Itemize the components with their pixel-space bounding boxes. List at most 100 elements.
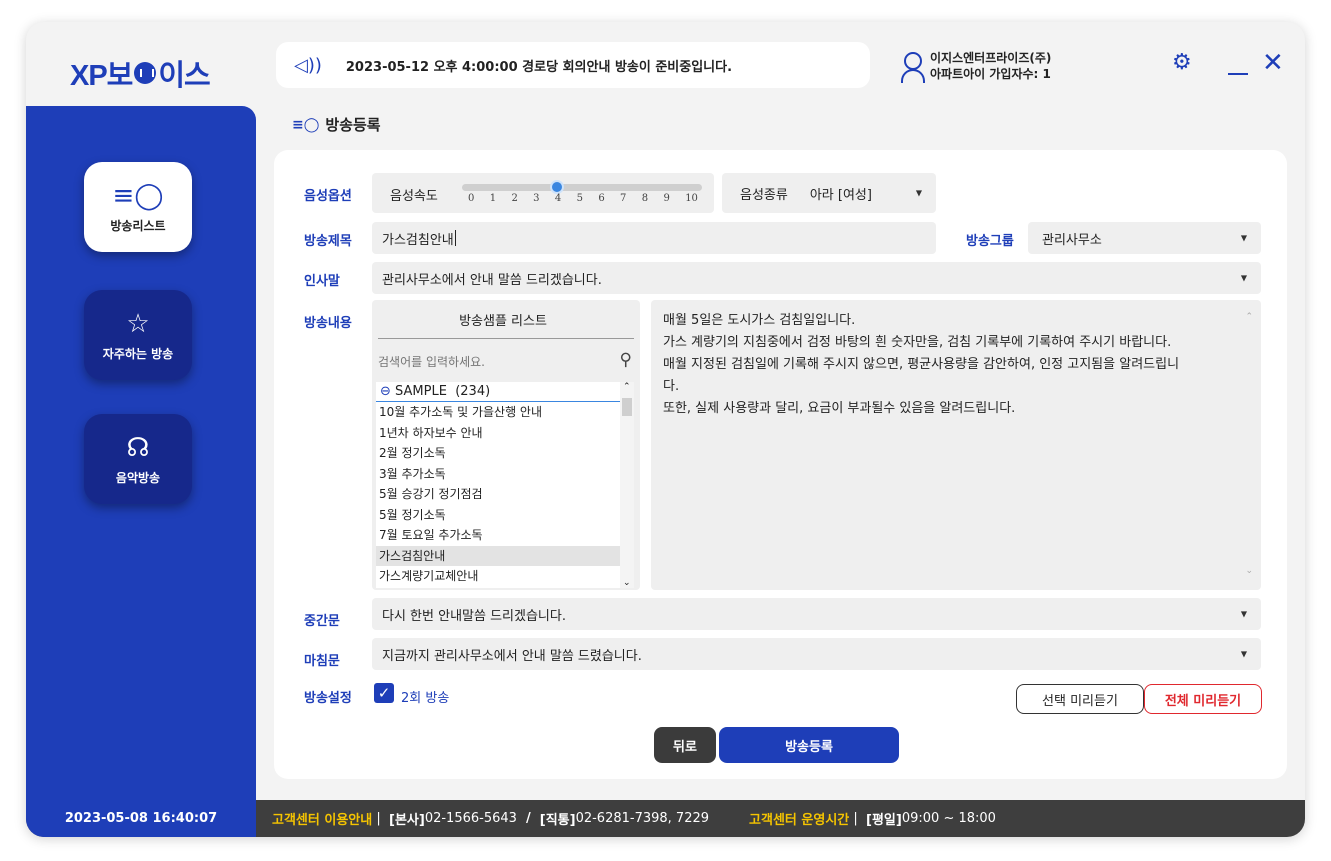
mic-list-icon: ≡◯ <box>292 116 320 133</box>
sample-scrollbar[interactable]: ⌃ ⌄ <box>620 382 634 588</box>
weekday-tag: [평일] <box>866 813 902 828</box>
direct-tag: [직통] <box>539 813 576 828</box>
search-input[interactable] <box>378 355 588 369</box>
speed-slider[interactable] <box>462 180 702 194</box>
user-info: 이지스엔터프라이즈(주) 아파트아이 가입자수: 1 <box>900 50 1052 83</box>
repeat-checkbox[interactable]: ✓ <box>374 683 394 703</box>
sidebar: ≡◯ 방송리스트 ☆ 자주하는 방송 ☊ 음악방송 <box>26 106 256 800</box>
speed-tick: 1 <box>489 193 497 204</box>
app-logo: XP보 이스 <box>70 60 211 92</box>
logo-mic-icon <box>134 62 157 84</box>
voice-type-label: 음성종류 <box>740 187 788 203</box>
notice-text: 2023-05-12 오후 4:00:00 경로당 회의안내 방송이 준비중입니… <box>345 59 733 75</box>
speed-label: 음성속도 <box>390 189 438 204</box>
close-button[interactable]: ✕ <box>1262 48 1284 78</box>
preview-selected-button[interactable]: 선택 미리듣기 <box>1016 684 1144 714</box>
closing-select[interactable]: 지금까지 관리사무소에서 안내 말씀 드렸습니다. ▼ <box>372 638 1261 670</box>
user-name: 이지스엔터프라이즈(주) <box>930 51 1052 65</box>
sample-list-panel: 방송샘플 리스트 ⚲ ⊖ SAMPLE (234) 10월 추가소독 및 가을산… <box>372 300 640 590</box>
content-line: 또한, 실제 사용량과 달리, 요금이 부과될수 있음을 알려드립니다. <box>663 401 1016 416</box>
list-item[interactable]: 7월 토요일 추가소독 <box>376 525 634 546</box>
list-item[interactable]: 5월 정기소독 <box>376 505 634 526</box>
group-select[interactable]: 관리사무소 ▼ <box>1028 222 1261 254</box>
content-line: 가스 계량기의 지침중에서 검정 바탕의 흰 숫자만을, 검침 기록부에 기록하… <box>663 335 1172 350</box>
chevron-down-icon: ▼ <box>1240 233 1247 243</box>
list-item[interactable]: 1년차 하자보수 안내 <box>376 423 634 444</box>
hq-tag: [본사] <box>389 813 425 828</box>
person-icon <box>900 51 925 83</box>
sidebar-item-label: 음악방송 <box>115 470 161 485</box>
speed-tick: 6 <box>598 193 605 204</box>
speed-tick: 5 <box>576 193 583 204</box>
sidebar-item-label: 자주하는 방송 <box>102 346 174 361</box>
page-title: ≡◯ 방송등록 <box>292 116 381 134</box>
current-datetime: 2023-05-08 16:40:07 <box>26 800 256 837</box>
minimize-button[interactable] <box>1228 53 1248 75</box>
speed-slider-thumb[interactable] <box>549 180 564 194</box>
speaker-icon: ◁)) <box>294 54 322 76</box>
greeting-label: 인사말 <box>304 274 340 289</box>
chevron-up-icon[interactable]: ⌃ <box>1245 306 1253 328</box>
direct-phone: 02-6281-7398, 7229 <box>575 811 710 826</box>
chevron-down-icon: ▼ <box>1240 273 1247 283</box>
speed-tick: 2 <box>511 193 518 204</box>
closing-label: 마침문 <box>304 654 340 669</box>
speed-ticks: 0 1 2 3 4 5 6 7 8 9 10 <box>468 193 698 204</box>
chevron-down-icon: ▼ <box>1240 609 1247 619</box>
gear-icon[interactable]: ⚙ <box>1172 50 1192 75</box>
status-bar: 2023-05-08 16:40:07 고객센터 이용안내 | [본사] 02-… <box>26 800 1305 837</box>
collapse-icon[interactable]: ⊖ <box>380 384 391 399</box>
sidebar-item-broadcast-list[interactable]: ≡◯ 방송리스트 <box>84 162 192 252</box>
voice-type-select[interactable]: 음성종류 아라 [여성] ▼ <box>722 173 936 213</box>
notice-bar: ◁)) 2023-05-12 오후 4:00:00 경로당 회의안내 방송이 준… <box>276 42 870 88</box>
content-textarea[interactable]: 매월 5일은 도시가스 검침일입니다. 가스 계량기의 지침중에서 검정 바탕의 … <box>651 300 1261 590</box>
chevron-down-icon[interactable]: ⌄ <box>623 578 631 588</box>
broadcast-form: 음성옵션 음성속도 0 1 2 3 4 5 6 7 8 9 10 음성종류 아라 [여성] ▼ 방송… <box>274 150 1287 779</box>
sample-search: ⚲ <box>378 350 634 374</box>
title-label: 방송제목 <box>304 234 352 249</box>
mic-list-icon: ≡◯ <box>112 180 164 211</box>
sample-list-title: 방송샘플 리스트 <box>459 314 547 329</box>
check-icon: ✓ <box>377 684 391 702</box>
speed-tick: 3 <box>533 193 540 204</box>
content-line: 매월 5일은 도시가스 검침일입니다. <box>663 313 856 328</box>
hours-label: 고객센터 운영시간 <box>749 813 850 828</box>
register-button[interactable]: 방송등록 <box>719 727 899 763</box>
title-input[interactable]: 가스검침안내 <box>372 222 936 254</box>
speed-tick: 10 <box>685 193 698 204</box>
content-line: 매월 지정된 검침일에 기록해 주시지 않으면, 평균사용량을 감안하여, 인정… <box>663 357 1180 372</box>
star-icon: ☆ <box>126 308 150 339</box>
back-button[interactable]: 뒤로 <box>654 727 716 763</box>
cs-label: 고객센터 이용안내 <box>272 813 373 828</box>
sidebar-item-label: 방송리스트 <box>110 218 166 233</box>
sample-group[interactable]: ⊖ SAMPLE (234) <box>376 382 634 402</box>
search-icon[interactable]: ⚲ <box>620 350 632 370</box>
sidebar-item-music[interactable]: ☊ 음악방송 <box>84 414 192 504</box>
app-window: XP보 이스 ◁)) 2023-05-12 오후 4:00:00 경로당 회의안내… <box>26 22 1305 837</box>
headphones-icon: ☊ <box>126 432 150 463</box>
speed-slider-box: 음성속도 0 1 2 3 4 5 6 7 8 9 10 <box>372 173 714 213</box>
list-item[interactable]: 10월 추가소독 및 가을산행 안내 <box>376 402 634 423</box>
preview-all-button[interactable]: 전체 미리듣기 <box>1144 684 1262 714</box>
speed-tick: 9 <box>663 193 670 204</box>
settings-label: 방송설정 <box>304 691 352 706</box>
list-item[interactable]: 2월 정기소독 <box>376 443 634 464</box>
chevron-up-icon[interactable]: ⌃ <box>623 382 631 392</box>
chevron-down-icon: ▼ <box>1240 649 1247 659</box>
sidebar-item-favorites[interactable]: ☆ 자주하는 방송 <box>84 290 192 380</box>
chevron-down-icon[interactable]: ⌄ <box>1245 560 1253 582</box>
greeting-select[interactable]: 관리사무소에서 안내 말씀 드리겠습니다. ▼ <box>372 262 1261 294</box>
voice-type-value: 아라 [여성] <box>809 187 872 203</box>
content-line: 다. <box>663 379 680 394</box>
middle-label: 중간문 <box>304 614 340 629</box>
speed-tick: 8 <box>641 193 649 204</box>
voice-option-label: 음성옵션 <box>304 189 352 204</box>
middle-select[interactable]: 다시 한번 안내말씀 드리겠습니다. ▼ <box>372 598 1261 630</box>
list-item[interactable]: 가스검침안내 <box>376 545 634 566</box>
list-item[interactable]: 가스계량기교체안내 <box>376 566 634 587</box>
sample-tree: ⊖ SAMPLE (234) 10월 추가소독 및 가을산행 안내 1년차 하자보… <box>376 382 634 588</box>
weekday-hours: 09:00 ~ 18:00 <box>901 811 996 826</box>
list-item[interactable]: 3월 추가소독 <box>376 464 634 485</box>
speed-tick: 0 <box>468 193 475 204</box>
list-item[interactable]: 5월 승강기 정기점검 <box>376 484 634 505</box>
